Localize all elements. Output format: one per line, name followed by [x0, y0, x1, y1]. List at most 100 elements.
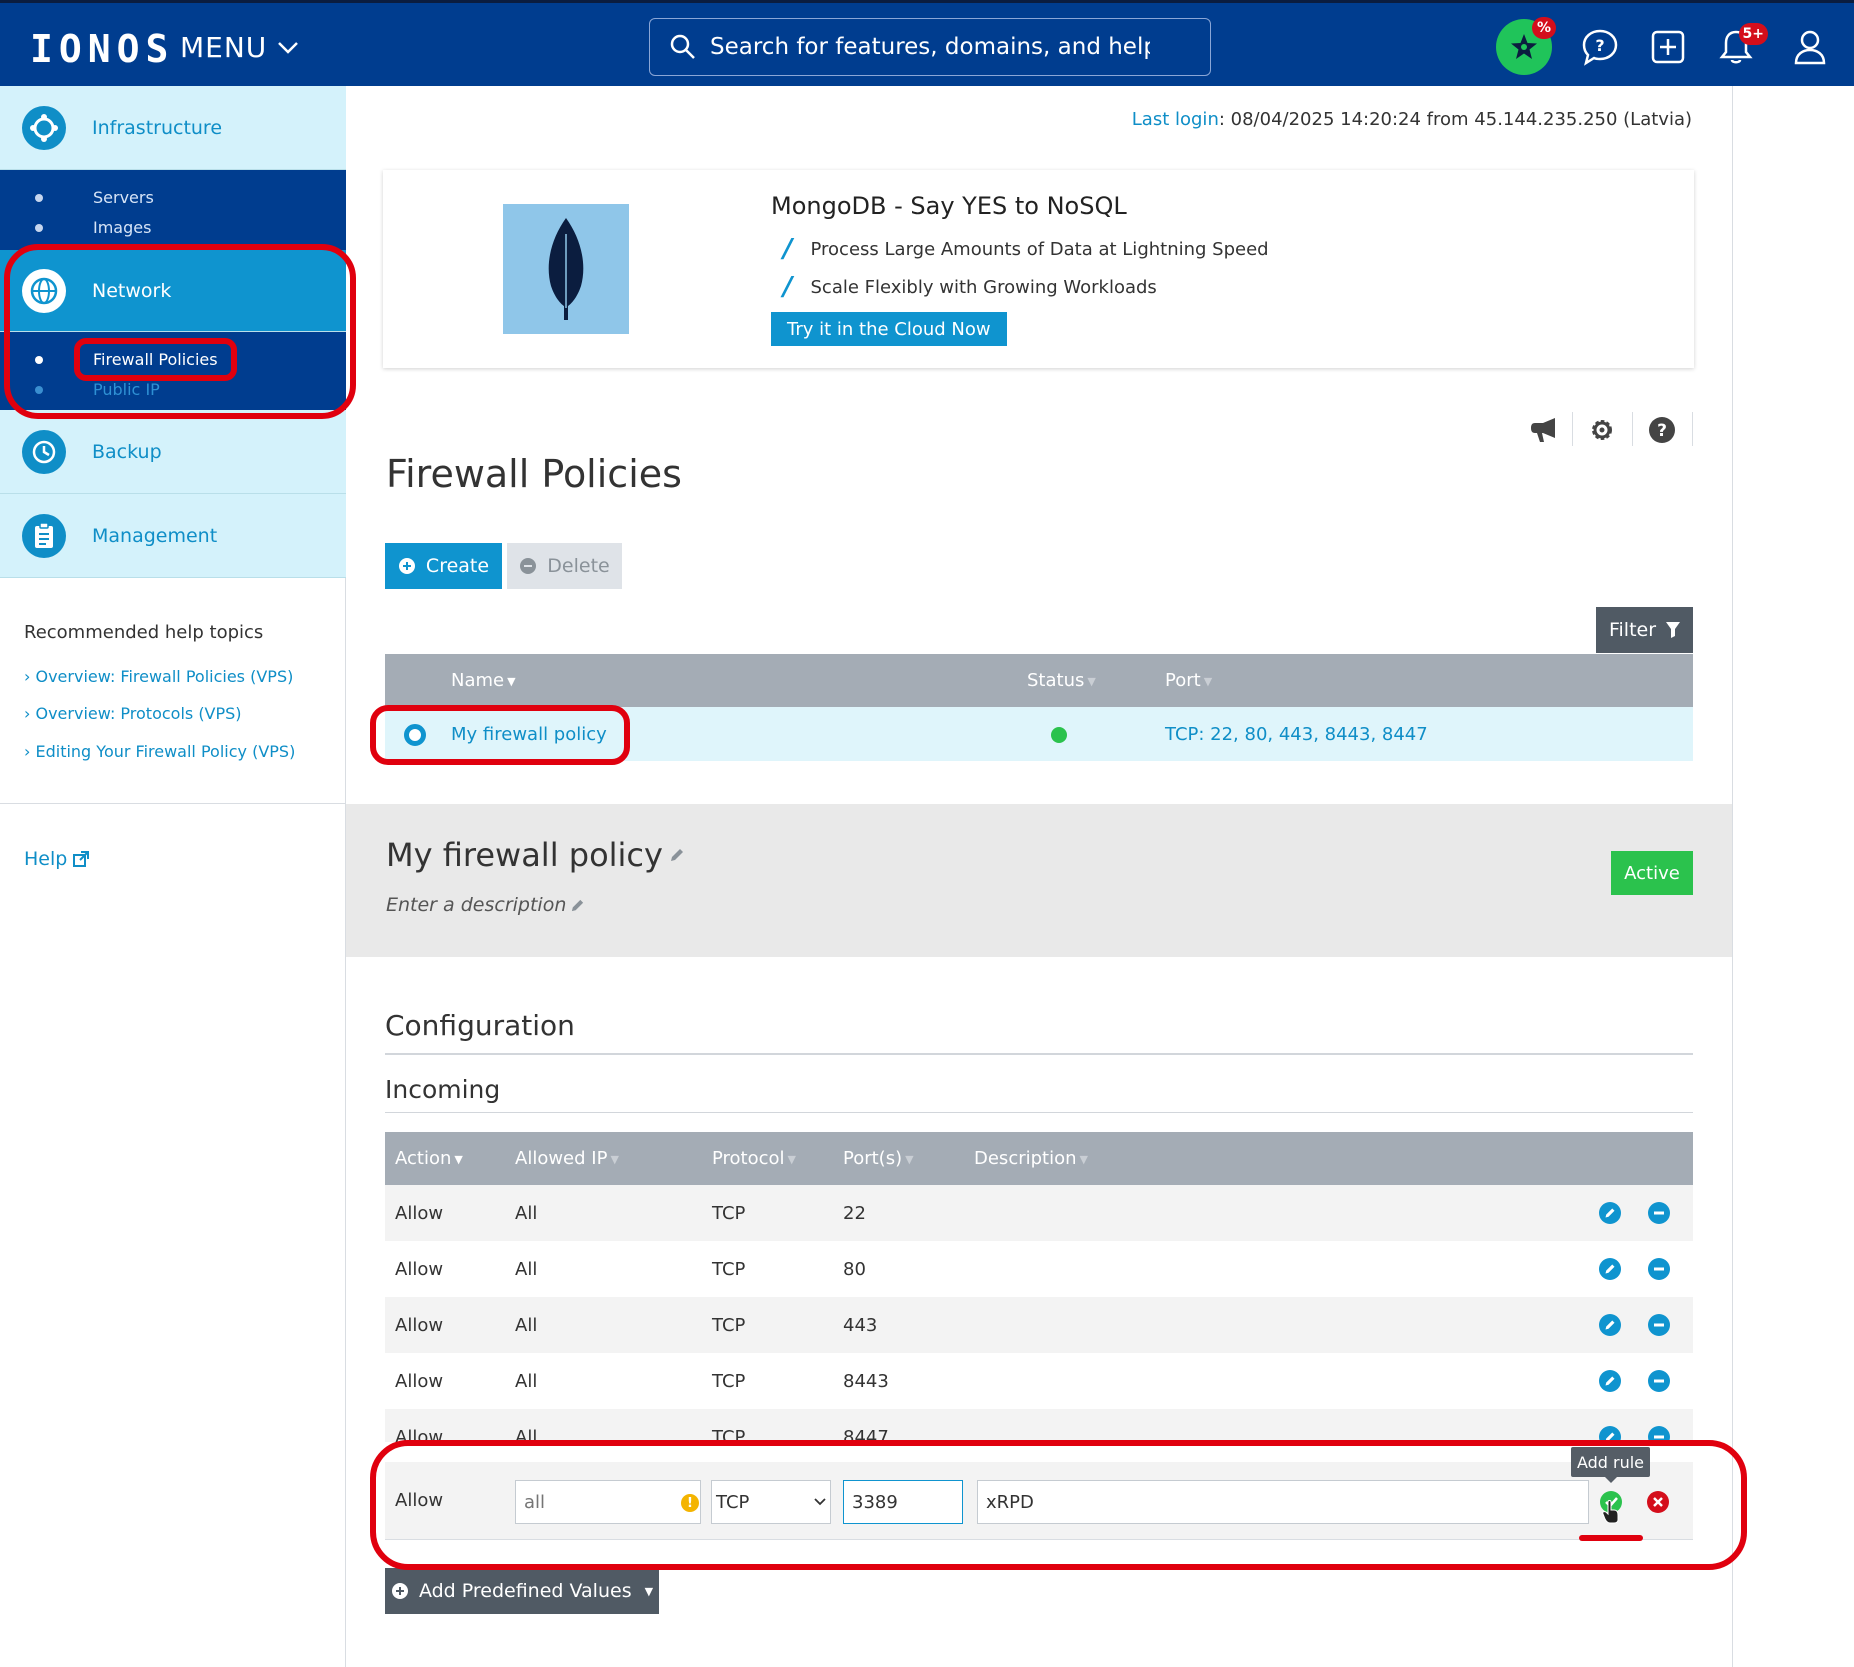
status-indicator [1051, 727, 1067, 743]
external-link-icon [73, 851, 90, 867]
remove-rule-button[interactable] [1648, 1258, 1670, 1280]
promo-feature: / Process Large Amounts of Data at Light… [783, 234, 1269, 264]
rule-protocol: TCP [712, 1315, 746, 1336]
protocol-select[interactable]: TCP [711, 1480, 831, 1524]
subnav-item-public-ip[interactable]: Public IP [93, 380, 160, 399]
help-link[interactable]: Help [24, 848, 90, 870]
incoming-heading: Incoming [385, 1075, 501, 1104]
promo-cta-button[interactable]: Try it in the Cloud Now [771, 312, 1007, 346]
help-link-overview-firewall[interactable]: › Overview: Firewall Policies (VPS) [24, 667, 293, 686]
caret-down-icon: ▼ [644, 1584, 654, 1598]
column-port[interactable]: Port ▼ [1165, 670, 1212, 691]
edit-rule-button[interactable] [1599, 1314, 1621, 1336]
chevron-down-icon [278, 41, 299, 54]
caret-down-icon: ▼ [787, 1152, 797, 1166]
user-icon [1794, 30, 1826, 65]
mongodb-leaf-icon [503, 204, 629, 334]
minus-circle-icon [520, 558, 537, 574]
search-box[interactable] [649, 18, 1211, 76]
edit-rule-button[interactable] [1599, 1370, 1621, 1392]
sidebar-label-infrastructure: Infrastructure [92, 116, 223, 139]
add-predefined-values-button[interactable]: Add Predefined Values ▼ [385, 1568, 659, 1614]
add-button[interactable] [1640, 19, 1696, 75]
rule-action: Allow [395, 1427, 444, 1442]
filter-button[interactable]: Filter [1596, 607, 1693, 653]
rule-protocol: TCP [712, 1371, 746, 1392]
rule-port: 443 [843, 1315, 878, 1336]
sidebar-item-network[interactable]: Network [0, 250, 346, 332]
column-allowed-ip[interactable]: Allowed IP ▼ [515, 1148, 619, 1169]
remove-rule-button[interactable] [1648, 1426, 1670, 1442]
remove-rule-button[interactable] [1648, 1202, 1670, 1224]
announcement-button[interactable] [1524, 410, 1564, 450]
network-globe-icon [22, 268, 66, 313]
subnav-item-firewall-policies[interactable]: Firewall Policies [93, 350, 218, 369]
row-radio[interactable] [404, 724, 426, 746]
mouse-cursor-icon [1602, 1500, 1619, 1524]
page-title: Firewall Policies [386, 452, 682, 496]
sidebar-label-network: Network [92, 279, 172, 302]
sidebar-item-management[interactable]: Management [0, 494, 346, 578]
column-label: Protocol [712, 1148, 785, 1169]
account-button[interactable] [1782, 19, 1838, 75]
settings-button[interactable] [1582, 410, 1622, 450]
notifications-button[interactable]: 5+ [1708, 19, 1768, 75]
description-input[interactable] [977, 1480, 1589, 1524]
delete-button[interactable]: Delete [507, 543, 622, 589]
create-button[interactable]: Create [385, 543, 502, 589]
rule-protocol: TCP [712, 1427, 746, 1442]
table-row[interactable]: My firewall policy TCP: 22, 80, 443, 844… [385, 707, 1693, 761]
page-help-button[interactable]: ? [1642, 410, 1682, 450]
column-status[interactable]: Status ▼ [1027, 670, 1096, 691]
rule-port: 22 [843, 1203, 866, 1224]
subnav-item-images[interactable]: Images [93, 218, 151, 237]
last-login-label[interactable]: Last login [1132, 109, 1219, 130]
help-link-label: Overview: Protocols (VPS) [35, 704, 242, 723]
offers-badge: % [1532, 17, 1556, 39]
column-name[interactable]: Name ▼ [451, 670, 516, 691]
clipboard-icon [22, 513, 66, 558]
column-description[interactable]: Description ▼ [974, 1148, 1088, 1169]
svg-text:?: ? [1595, 36, 1604, 55]
rule-ip: All [515, 1203, 538, 1224]
edit-rule-button[interactable] [1599, 1426, 1621, 1442]
policy-name[interactable]: My firewall policy [451, 724, 607, 745]
edit-rule-button[interactable] [1599, 1258, 1621, 1280]
minus-icon [1654, 1267, 1664, 1271]
remove-rule-button[interactable] [1648, 1370, 1670, 1392]
minus-icon [1654, 1211, 1664, 1215]
rule-action: Allow [395, 1315, 444, 1336]
annotation-underline [1579, 1535, 1643, 1541]
column-label: Name [451, 670, 505, 691]
search-input[interactable] [710, 34, 1150, 60]
minus-icon [1654, 1435, 1664, 1439]
subnav-item-servers[interactable]: Servers [93, 188, 154, 207]
column-protocol[interactable]: Protocol ▼ [712, 1148, 796, 1169]
last-login-value: : 08/04/2025 14:20:24 from 45.144.235.25… [1218, 109, 1692, 130]
help-link-editing-firewall[interactable]: › Editing Your Firewall Policy (VPS) [24, 742, 295, 761]
allowed-ip-input[interactable] [515, 1480, 701, 1524]
caret-down-icon: ▼ [454, 1152, 463, 1166]
new-rule-action: Allow [395, 1490, 444, 1511]
description-edit[interactable]: Enter a description [386, 894, 585, 916]
svg-text:?: ? [1657, 421, 1667, 441]
menu-button[interactable]: MENU [180, 31, 299, 64]
pencil-icon[interactable] [669, 847, 685, 863]
column-ports[interactable]: Port(s) ▼ [843, 1148, 914, 1169]
remove-rule-button[interactable] [1648, 1314, 1670, 1336]
help-link-overview-protocols[interactable]: › Overview: Protocols (VPS) [24, 704, 242, 723]
gear-icon [1592, 420, 1612, 440]
ionos-logo[interactable]: IONOS [30, 27, 174, 71]
column-action[interactable]: Action ▼ [395, 1148, 463, 1169]
sidebar-item-infrastructure[interactable]: Infrastructure [0, 86, 346, 170]
cancel-rule-button[interactable] [1647, 1491, 1669, 1513]
chat-help-button[interactable]: ? [1572, 19, 1628, 75]
column-label: Action [395, 1148, 452, 1169]
offers-button[interactable]: % [1496, 17, 1556, 75]
edit-rule-button[interactable] [1599, 1202, 1621, 1224]
sidebar-item-backup[interactable]: Backup [0, 410, 346, 494]
sidebar-label-management: Management [92, 524, 218, 547]
policy-detail-header: My firewall policy Enter a description A… [346, 804, 1732, 957]
port-input[interactable] [843, 1480, 963, 1524]
divider [1692, 412, 1693, 446]
